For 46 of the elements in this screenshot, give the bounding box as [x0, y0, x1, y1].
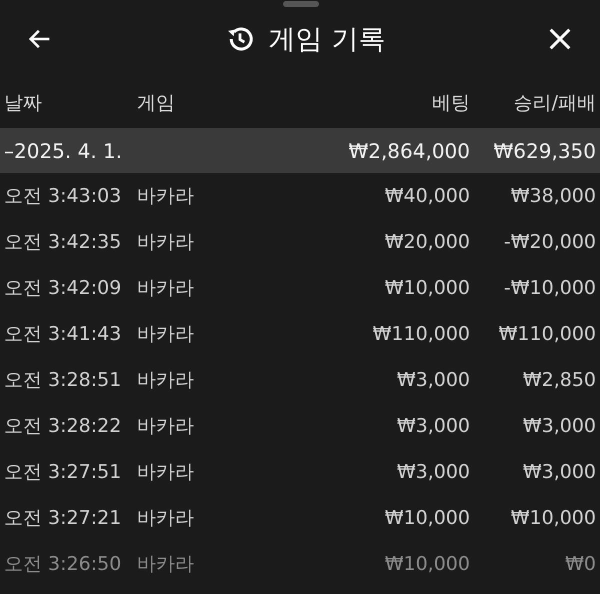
- time-cell-text: 오전 3:42:09: [4, 276, 122, 301]
- game-cell-text: 바카라: [137, 230, 195, 255]
- bet-cell-text: ₩40,000: [384, 185, 470, 207]
- bet-cell-text: ₩3,000: [396, 415, 470, 437]
- column-header: 승리/패배: [512, 91, 596, 116]
- result-cell-text: -₩10,000: [502, 277, 596, 299]
- total-bet: ₩2,864,000: [347, 138, 470, 162]
- time-cell-text: 오전 3:28:22: [4, 414, 122, 439]
- game-cell-text: 바카라: [137, 414, 195, 439]
- result-cell-text: ₩110,000: [498, 323, 596, 345]
- result-cell-text: ₩38,000: [510, 185, 596, 207]
- result-cell-text: ₩2,850: [522, 369, 596, 391]
- result-cell-text: ₩10,000: [510, 507, 596, 529]
- time-cell-text: 오전 3:43:03: [4, 184, 122, 209]
- drag-handle[interactable]: [283, 1, 319, 7]
- game-cell-text: 바카라: [137, 506, 195, 531]
- game-cell-text: 바카라: [137, 460, 195, 485]
- game-cell-text: 바카라: [137, 322, 195, 347]
- total-result: ₩629,350: [492, 138, 596, 162]
- date-group-row[interactable]: –2025. 4. 1. ₩2,864,000 ₩629,350: [0, 128, 600, 173]
- result-cell-text: ₩3,000: [522, 461, 596, 483]
- bet-cell-text: ₩3,000: [396, 461, 470, 483]
- result-cell-text: ₩3,000: [522, 415, 596, 437]
- group-date: –2025. 4. 1.: [4, 138, 124, 162]
- bet-cell-text: ₩20,000: [384, 231, 470, 253]
- result-cell-text: -₩20,000: [502, 231, 596, 253]
- bet-cell-text: ₩10,000: [384, 507, 470, 529]
- time-cell-text: 오전 3:27:51: [4, 460, 122, 485]
- bet-cell-text: ₩10,000: [384, 277, 470, 299]
- time-cell-text: 오전 3:41:43: [4, 322, 122, 347]
- bet-cell-text: ₩110,000: [372, 323, 470, 345]
- time-cell-text: 오전 3:28:51: [4, 368, 122, 393]
- window-title: 게임 기록: [268, 23, 386, 57]
- game-cell-text: 바카라: [137, 552, 195, 577]
- game-cell-text: 바카라: [137, 368, 195, 393]
- bet-cell-text: ₩3,000: [396, 369, 470, 391]
- result-cell-text: ₩0: [564, 553, 596, 575]
- bet-cell-text: ₩10,000: [384, 553, 470, 575]
- column-header: 게임: [137, 91, 176, 116]
- time-cell-text: 오전 3:27:21: [4, 506, 122, 531]
- column-header: 베팅: [431, 91, 470, 116]
- column-header: 날짜: [4, 91, 43, 116]
- time-cell-text: 오전 3:42:35: [4, 230, 122, 255]
- game-cell-text: 바카라: [137, 276, 195, 301]
- game-cell-text: 바카라: [137, 184, 195, 209]
- time-cell-text: 오전 3:26:50: [4, 552, 122, 577]
